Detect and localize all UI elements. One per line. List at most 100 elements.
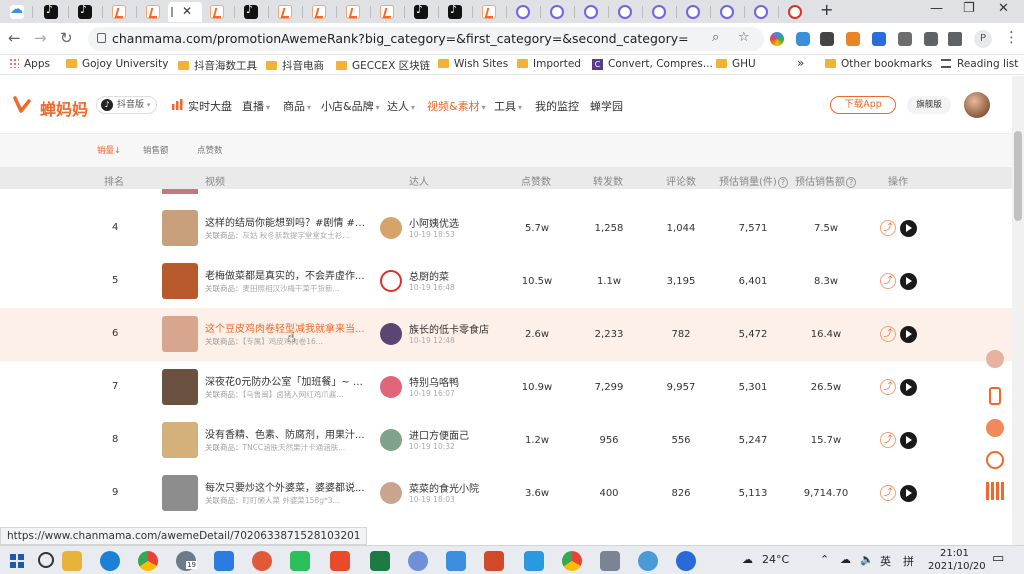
play-icon[interactable] xyxy=(900,220,917,237)
tab-tiktok[interactable] xyxy=(36,2,66,22)
speaker-icon[interactable]: 🔈 xyxy=(860,553,874,566)
tab-tiktok[interactable] xyxy=(440,2,470,22)
bookmark-folder[interactable]: 抖音电商 xyxy=(266,58,324,73)
bookmark-folder[interactable]: Imported xyxy=(517,58,581,70)
video-thumbnail[interactable] xyxy=(162,475,198,511)
tab-chanmama[interactable] xyxy=(304,2,334,22)
table-row[interactable]: 7 深夜花0元防办公室「加班餐」~ 加... 关联商品：【乌鲁闽】卤猪入网红鸡爪酱.… xyxy=(0,361,1012,414)
tab-tiktok[interactable] xyxy=(70,2,100,22)
media-icon[interactable] xyxy=(948,32,962,46)
tab-chanmama[interactable] xyxy=(338,2,368,22)
bookmark-folder[interactable]: Gojoy University xyxy=(66,58,168,70)
tab-tiktok[interactable] xyxy=(236,2,266,22)
site-logo[interactable]: 蝉妈妈 xyxy=(40,96,88,120)
bookmark-star-icon[interactable]: ☆ xyxy=(738,30,750,45)
play-icon[interactable] xyxy=(900,432,917,449)
wechat-icon[interactable] xyxy=(290,551,310,571)
video-title[interactable]: 这样的结局你能想到吗？#剧情 #搞... xyxy=(205,214,370,229)
chanmama-logo-icon[interactable] xyxy=(12,95,32,115)
tab-blue[interactable] xyxy=(644,2,674,22)
sort-tab-sales[interactable]: 销量↓ xyxy=(97,144,121,156)
shield-icon[interactable] xyxy=(898,32,912,46)
tab-blue[interactable] xyxy=(678,2,708,22)
clock-time[interactable]: 21:01 xyxy=(940,548,969,559)
profile-avatar[interactable]: P xyxy=(974,30,992,48)
menu-kebab-icon[interactable]: ⋮ xyxy=(1004,28,1019,46)
menu-monitor[interactable]: 我的监控 xyxy=(535,98,579,114)
extension-icon[interactable] xyxy=(770,32,784,46)
tab-active[interactable]: ✕ xyxy=(168,2,202,22)
extension-icon[interactable] xyxy=(820,32,834,46)
close-window-button[interactable]: ✕ xyxy=(998,1,1009,16)
platform-switcher[interactable]: 抖音版 ▾ xyxy=(96,96,158,114)
side-avatar-icon[interactable] xyxy=(986,350,1004,368)
influencer-avatar[interactable] xyxy=(380,482,402,504)
video-thumbnail[interactable] xyxy=(162,210,198,246)
edge-icon[interactable] xyxy=(100,551,120,571)
video-title[interactable]: 没有香精、色素、防腐剂，用果汁... xyxy=(205,426,370,441)
tab-cloud[interactable] xyxy=(2,2,32,22)
column-header[interactable]: 预估销量(件)? xyxy=(719,173,789,188)
tab-blue[interactable] xyxy=(610,2,640,22)
menu-live[interactable]: 直播 ▾ xyxy=(242,98,270,114)
ime-indicator[interactable]: 拼 xyxy=(903,553,914,569)
puzzle-icon[interactable] xyxy=(924,32,938,46)
extension-cloud-icon[interactable] xyxy=(796,32,810,46)
trend-icon[interactable]: ⤴ xyxy=(880,432,896,448)
influencer-name[interactable]: 总厨的菜 xyxy=(409,268,449,283)
language-indicator[interactable]: 英 xyxy=(880,553,891,569)
network-icon[interactable]: ☁ xyxy=(840,553,851,566)
bookmark-folder[interactable]: 抖音海数工具 xyxy=(178,58,257,73)
influencer-avatar[interactable] xyxy=(380,323,402,345)
menu-products[interactable]: 商品 ▾ xyxy=(283,98,311,114)
video-title[interactable]: 老梅做菜都是真实的，不会弄虚作... xyxy=(205,267,370,282)
powerpoint-icon[interactable] xyxy=(484,551,504,571)
tab-blue[interactable] xyxy=(576,2,606,22)
bookmark-folder[interactable]: GECCEX 区块链 xyxy=(336,58,430,73)
influencer-name[interactable]: 小阿姨优选 xyxy=(409,215,459,230)
forward-button[interactable]: → xyxy=(34,29,47,47)
back-button[interactable]: ← xyxy=(8,29,21,47)
minimize-button[interactable]: — xyxy=(930,1,943,16)
tab-red[interactable] xyxy=(780,2,810,22)
user-avatar[interactable] xyxy=(964,92,990,118)
menu-influencers[interactable]: 达人 ▾ xyxy=(387,98,415,114)
file-explorer-icon[interactable] xyxy=(62,551,82,571)
influencer-name[interactable]: 族长的低卡零食店 xyxy=(409,321,489,336)
notification-icon[interactable]: ▭ xyxy=(992,551,1004,566)
trend-icon[interactable]: ⤴ xyxy=(880,220,896,236)
app-icon[interactable] xyxy=(408,551,428,571)
bookmark-convert[interactable]: C Convert, Compres... xyxy=(592,58,713,70)
app-icon[interactable] xyxy=(252,551,272,571)
video-product[interactable]: 关联商品：TNCC涵肤天然果汁卡通涵肤... xyxy=(205,442,370,453)
chrome-icon[interactable] xyxy=(138,551,158,571)
trend-icon[interactable]: ⤴ xyxy=(880,326,896,342)
bookmark-reading-list[interactable]: Reading list xyxy=(941,58,1018,70)
trend-icon[interactable]: ⤴ xyxy=(880,379,896,395)
page-scrollbar[interactable] xyxy=(1012,76,1024,546)
side-feedback-icon[interactable] xyxy=(986,451,1004,469)
help-icon[interactable]: ? xyxy=(846,177,857,188)
play-icon[interactable] xyxy=(900,485,917,502)
influencer-avatar[interactable] xyxy=(380,217,402,239)
tab-chanmama[interactable] xyxy=(270,2,300,22)
video-product[interactable]: 关联商品：盯盯懒人菜 外婆菜158g*3... xyxy=(205,495,370,506)
tab-chanmama[interactable] xyxy=(202,2,232,22)
app-icon[interactable] xyxy=(676,551,696,571)
tab-blue[interactable] xyxy=(542,2,572,22)
influencer-name[interactable]: 进口方便面己 xyxy=(409,427,469,442)
search-icon[interactable] xyxy=(38,552,54,568)
play-icon[interactable] xyxy=(900,326,917,343)
windows-start-icon[interactable] xyxy=(10,554,24,568)
video-thumbnail[interactable] xyxy=(162,369,198,405)
influencer-name[interactable]: 菜菜的食光小院 xyxy=(409,480,479,495)
influencer-name[interactable]: 特别乌咯鸭 xyxy=(409,374,459,389)
tab-chanmama[interactable] xyxy=(474,2,504,22)
app-icon[interactable] xyxy=(446,551,466,571)
app-icon[interactable] xyxy=(524,551,544,571)
video-title[interactable]: 深夜花0元防办公室「加班餐」~ 加... xyxy=(205,373,370,388)
app-icon[interactable] xyxy=(214,551,234,571)
table-row[interactable]: 6 这个豆皮鸡肉卷轻型减我就拿来当... 关联商品：【专属】鸡皮鸡肉卷16... 族长… xyxy=(0,308,1012,361)
clock-date[interactable]: 2021/10/20 xyxy=(928,561,986,572)
chevron-up-icon[interactable]: ⌃ xyxy=(820,553,829,566)
